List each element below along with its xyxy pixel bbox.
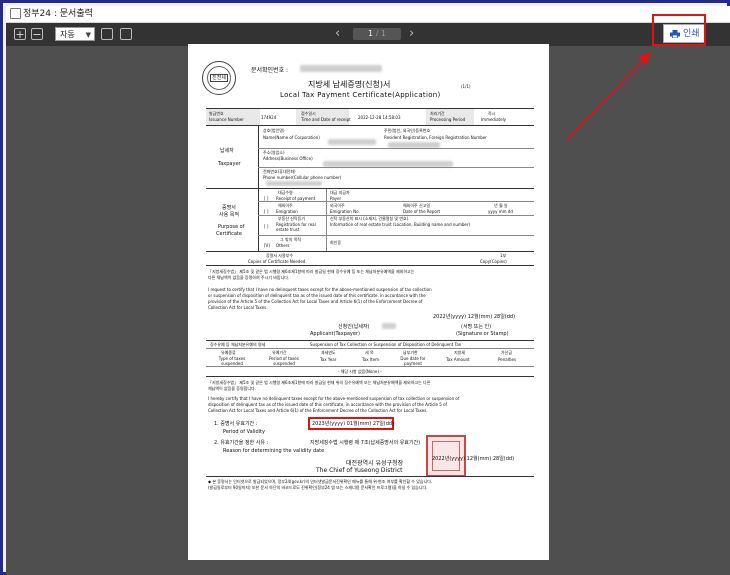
page-separator: / bbox=[375, 29, 379, 38]
window-title: 정부24 : 문서출력 bbox=[23, 9, 93, 19]
redacted-phone bbox=[266, 181, 322, 186]
zoom-in-button[interactable]: + bbox=[14, 28, 26, 41]
doc-title-en: Local Tax Payment Certificate(Applicatio… bbox=[280, 91, 441, 99]
col-type-en: Type of taxes suspended bbox=[218, 356, 246, 366]
purpose-item-3-en: Registration for real estate trust bbox=[276, 222, 316, 232]
fit-page-icon[interactable] bbox=[101, 28, 113, 40]
chief-en: The Chief of Yuseong District bbox=[316, 467, 403, 474]
col-item-en: Tax Item bbox=[362, 357, 379, 362]
col-penalty-en: Penalties bbox=[498, 357, 517, 362]
zoom-select[interactable]: 자동 ▼ bbox=[55, 27, 95, 41]
reason-value: 지방세징수법 시행령 제 7조(납세증명서의 유효기간) bbox=[310, 440, 421, 446]
name-label-ko: 상호(법인명) bbox=[263, 128, 285, 133]
reason-label-ko: 2. 유효기간을 정한 사유 : bbox=[214, 440, 269, 446]
purpose-label-en2: Certificate bbox=[216, 231, 242, 237]
request-en-3: provision of the Article 5 of the Collec… bbox=[208, 299, 423, 304]
request-date: 2022년(yyyy) 12월(mm) 28일(dd) bbox=[433, 314, 516, 320]
other-purpose-value: 회인증 bbox=[330, 240, 342, 245]
cert-ko-2: 체납액이 없음을 증명합니다. bbox=[208, 386, 256, 391]
request-en-1: I request to certify that I have no deli… bbox=[208, 287, 432, 292]
page-total: 1 bbox=[380, 29, 386, 38]
applicant-label-ko: 신청인(납세자) bbox=[338, 324, 370, 330]
phone-label-en: Phone number(Cellular phone number) bbox=[263, 175, 342, 180]
copies-value-en: Copy(Copies) bbox=[480, 259, 507, 264]
validity-value: 2023년(yyyy) 01월(mm) 27일(dd) bbox=[312, 421, 395, 427]
taxpayer-label-en: Taxpayer bbox=[218, 161, 241, 167]
address-label-en: Address(Business Office) bbox=[263, 156, 313, 161]
viewer-toolbar: + − 자동 ▼ ‹ 1 / 1 › bbox=[6, 23, 730, 46]
request-ko-2: 다른 체납액이 없음을 증명하여 주시기 바랍니다. bbox=[208, 275, 290, 280]
issuance-number: 174924 bbox=[261, 115, 277, 120]
doc-confirm-label: 문서확인번호 : bbox=[251, 67, 289, 74]
request-en-4: Collection Act for Local Taxes. bbox=[208, 305, 268, 310]
col-year-ko: 과세연도 bbox=[321, 350, 336, 355]
next-page-button[interactable]: › bbox=[409, 26, 414, 42]
office-seal: 진천세 bbox=[202, 61, 236, 95]
col-item-ko: 세 목 bbox=[365, 350, 374, 355]
id-label-en: Resident Registration, Foreign Registrat… bbox=[384, 135, 487, 140]
period-label-en: Processing Period bbox=[430, 117, 466, 122]
redacted-applicant bbox=[382, 323, 396, 329]
purpose-mark-3[interactable]: [ ] bbox=[264, 224, 268, 229]
report-date-en: yyyy mm dd bbox=[488, 209, 513, 214]
sign-label-ko: (서명 또는 인) bbox=[461, 324, 492, 330]
footnote-2: (발급일로부터 90일까지) 또한 문서 하단의 바코드로도 진위확인(정부24… bbox=[208, 485, 428, 490]
title-bar: 정부24 : 문서출력 bbox=[6, 6, 730, 23]
purpose-mark-4[interactable]: [V] bbox=[264, 243, 270, 248]
fit-width-icon[interactable] bbox=[120, 28, 132, 40]
none-row: - 해당 사항 없음(None) - bbox=[338, 369, 382, 374]
name-label-en: Name(Name of Corporation) bbox=[263, 135, 320, 140]
purpose-label-ko: 증명서 bbox=[222, 205, 236, 211]
col-year-en: Tax Year bbox=[320, 357, 337, 362]
id-label-ko: 주민(법인, 외국인)등록번호 bbox=[384, 128, 431, 133]
zoom-value: 자동 bbox=[60, 30, 75, 39]
seal-text: 진천세 bbox=[210, 74, 228, 82]
col-period-en: Period of taxes suspended bbox=[269, 356, 299, 366]
print-highlight-box bbox=[652, 14, 706, 46]
validity-label-ko: 1. 증명서 유효기간 : bbox=[214, 421, 258, 427]
doc-title-ko: 지방세 납세증명(신청)서 bbox=[308, 80, 391, 89]
col-penalty-ko: 가산금 bbox=[501, 350, 513, 355]
app-icon bbox=[10, 8, 21, 19]
trust-label-en: Information of real estate trust (Locati… bbox=[330, 222, 471, 227]
receipt-label-en: Time and Date of receipt bbox=[301, 117, 351, 122]
cert-en-2: disposition of delinquent tax as of the … bbox=[208, 402, 447, 407]
chief-ko: 대전광역시 유성구청장 bbox=[346, 460, 404, 467]
page-of: (1/1) bbox=[461, 84, 471, 89]
validity-label-en: Period of Validity bbox=[223, 429, 265, 435]
col-due-en: Due date for payment bbox=[400, 356, 426, 366]
redacted-confirm-number bbox=[300, 65, 382, 72]
applicant-label-en: Applicant(Taxpayer) bbox=[310, 331, 360, 337]
chevron-down-icon: ▼ bbox=[85, 31, 91, 39]
taxpayer-label-ko: 납세자 bbox=[220, 148, 234, 154]
document-page: 진천세 문서확인번호 : 지방세 납세증명(신청)서 Local Tax Pay… bbox=[188, 44, 549, 560]
issuance-label-en: Issuance Number bbox=[209, 117, 244, 122]
request-en-2: or suspension of disposition of delinque… bbox=[208, 293, 426, 298]
cert-en-1: I hereby certify that I have no delinque… bbox=[208, 396, 460, 401]
page-indicator[interactable]: 1 / 1 bbox=[353, 28, 401, 40]
purpose-label-ko2: 사용 목적 bbox=[219, 212, 239, 218]
col-tax-ko: 지방세 bbox=[454, 350, 466, 355]
period-value-en: Immediately bbox=[481, 117, 507, 122]
purpose-label-en: Purpose of bbox=[218, 224, 245, 230]
receipt-datetime: 2022-12-28 14:58:03 bbox=[358, 115, 401, 120]
purpose-item-4-en: Others bbox=[276, 243, 290, 248]
col-tax-en: Tax Amount bbox=[446, 357, 470, 362]
suspension-title-en: Suspension of Tax Collection or Suspensi… bbox=[310, 342, 462, 347]
page-current: 1 bbox=[368, 29, 374, 38]
purpose-item-2-en: Emigration bbox=[276, 209, 298, 214]
issue-date: 2022년(yyyy) 12월(mm) 28일(dd) bbox=[432, 456, 515, 462]
copies-label-en: Copies of Certificate Needed bbox=[248, 259, 306, 264]
emigration-label-en: Emigration No. bbox=[330, 209, 360, 214]
zoom-out-button[interactable]: − bbox=[31, 28, 43, 41]
cert-en-3: Collection Act for Local Taxes and Artic… bbox=[208, 408, 428, 413]
report-date-label-en: Date of the Report bbox=[403, 209, 441, 214]
prev-page-button[interactable]: ‹ bbox=[335, 26, 340, 42]
purpose-mark-2[interactable]: [ ] bbox=[264, 209, 268, 214]
page-navigator: ‹ 1 / 1 › bbox=[333, 26, 423, 42]
sign-label-en: (Signature or Stamp) bbox=[456, 331, 509, 337]
redacted-name bbox=[328, 139, 376, 145]
reason-label-en: Reason for determining the validity date bbox=[223, 448, 325, 454]
